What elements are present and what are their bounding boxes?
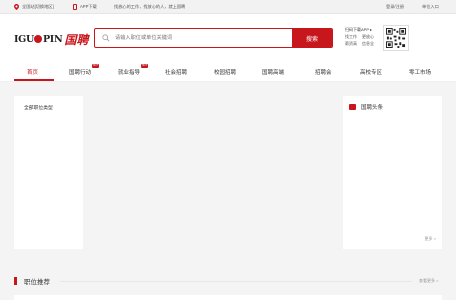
- nav-career-guidance[interactable]: 就业指导 HOT: [118, 64, 149, 76]
- top-bar: 全国站[切换地区] APP下载 找放心的工作，找放心的人，就上国聘 登录/注册 …: [0, 0, 456, 14]
- app-download-link[interactable]: APP下载: [73, 4, 97, 10]
- search-input[interactable]: [115, 31, 290, 45]
- section-divider: [60, 281, 412, 282]
- search-box: 搜索: [94, 28, 333, 48]
- app-feature: 薪资高: [345, 41, 357, 46]
- nav-active-underline: [14, 79, 54, 81]
- job-list-card: [14, 295, 442, 300]
- site-logo[interactable]: IGU PIN 国聘: [14, 32, 89, 47]
- login-register-link[interactable]: 登录/注册: [386, 4, 404, 10]
- location-text: 全国站[切换地区]: [22, 4, 54, 9]
- nav-job-fair[interactable]: 招聘会: [315, 68, 332, 76]
- app-download-promo: 扫码下载APP ▸ 找工作 更放心 薪资高 信息全: [345, 26, 374, 47]
- all-job-types-link[interactable]: 全部职位类型: [24, 104, 53, 111]
- qr-code: [383, 25, 409, 51]
- nav-guopin-executive[interactable]: 国聘高端: [262, 68, 284, 76]
- app-feature: 找工作: [345, 34, 357, 39]
- nav-home[interactable]: 首页: [27, 68, 38, 76]
- job-category-panel: 全部职位类型: [14, 96, 83, 249]
- header: IGU PIN 国聘 搜索 扫码下载APP ▸ 找工作 更放心 薪资高 信息全: [0, 14, 456, 64]
- nav-label: 就业指导: [118, 70, 141, 76]
- search-button[interactable]: 搜索: [292, 29, 332, 47]
- news-icon: [349, 104, 356, 110]
- app-feature: 更放心: [362, 34, 374, 39]
- section-accent-bar: [14, 277, 17, 285]
- logo-dot-icon: [34, 35, 43, 43]
- app-download-text: APP下载: [80, 4, 97, 9]
- phone-icon: [73, 4, 77, 10]
- search-icon: [102, 34, 110, 42]
- nav-social-recruitment[interactable]: 社会招聘: [165, 68, 187, 76]
- logo-text-right: PIN: [42, 33, 63, 45]
- hot-badge: HOT: [140, 64, 149, 68]
- main-nav: 首页 国聘行动 HOT 就业指导 HOT 社会招聘 校园招聘 国聘高端 招聘会 高校…: [0, 64, 456, 82]
- headlines-more-link[interactable]: 更多 >: [425, 236, 436, 242]
- headlines-header: 国聘头条: [349, 103, 383, 111]
- logo-text-left: IGU: [14, 33, 34, 45]
- section-title: 职位推荐: [24, 279, 50, 286]
- app-feature: 信息全: [362, 41, 374, 46]
- location-switcher[interactable]: 全国站[切换地区]: [14, 4, 54, 10]
- logo-chinese: 国聘: [64, 32, 89, 47]
- headlines-title: 国聘头条: [361, 105, 384, 111]
- nav-campus-recruitment[interactable]: 校园招聘: [214, 68, 236, 76]
- qr-code-icon: [386, 28, 406, 48]
- job-recommend-header: 职位推荐: [14, 276, 50, 286]
- headlines-panel: 国聘头条 更多 >: [343, 96, 442, 249]
- organization-entry-link[interactable]: 单位入口: [422, 4, 439, 10]
- nav-university-zone[interactable]: 高校专区: [360, 68, 382, 76]
- slogan: 找放心的工作，找放心的人，就上国聘: [114, 4, 186, 9]
- job-recommend-more-link[interactable]: 查看更多 >: [419, 278, 438, 284]
- nav-gig-market[interactable]: 零工市场: [409, 68, 431, 76]
- hot-badge: HOT: [91, 64, 100, 68]
- nav-guopin-action[interactable]: 国聘行动 HOT: [69, 64, 100, 76]
- app-download-title[interactable]: 扫码下载APP ▸: [345, 26, 374, 33]
- nav-label: 国聘行动: [69, 70, 92, 76]
- location-pin-icon: [14, 4, 19, 10]
